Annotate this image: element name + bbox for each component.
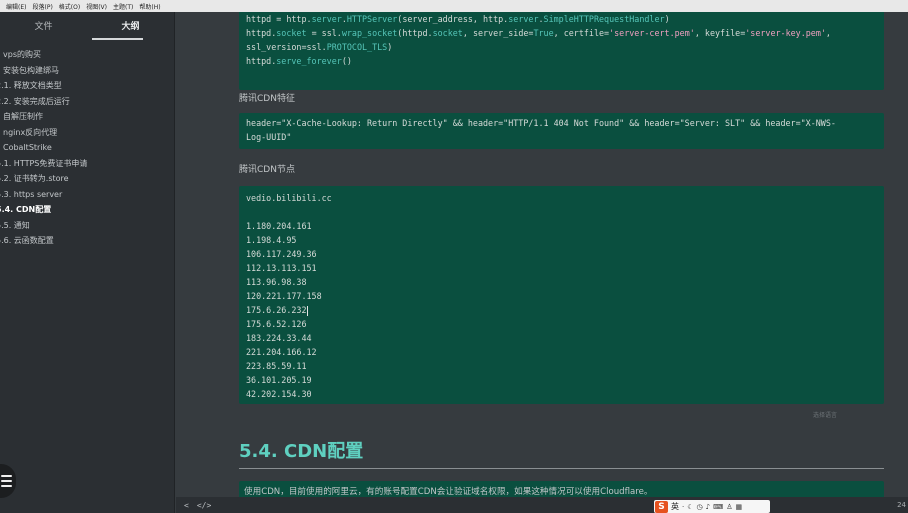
active-tab-indicator xyxy=(92,38,143,40)
ip-address-line: 1.198.4.95 xyxy=(246,235,297,245)
cdn-signature-label: 腾讯CDN特征 xyxy=(239,94,295,104)
language-select-caption[interactable]: 选择语言 xyxy=(813,410,837,419)
code-block-python[interactable]: httpd = http.server.HTTPServer(server_ad… xyxy=(239,12,884,90)
code-line: httpd.serve_forever() xyxy=(246,56,352,66)
cdn-nodes-label: 腾讯CDN节点 xyxy=(239,165,295,175)
menu-line-icon xyxy=(0,475,12,477)
ime-language[interactable]: 英 xyxy=(671,501,679,512)
code-line: vedio.bilibili.cc xyxy=(246,193,332,203)
outline-item[interactable]: 5.5. 通知 xyxy=(0,218,174,234)
menu-line-icon xyxy=(0,480,12,482)
outline-item[interactable]: 5.3. https server xyxy=(0,187,174,203)
sidebar: 文件 大纲 vps的购买 安装包构建绑马 2.1. 释放文档类型 2.2. 安装… xyxy=(0,12,175,513)
outline-item[interactable]: 5.1. HTTPS免费证书申请 xyxy=(0,156,174,172)
section-heading: 5.4. CDN配置 xyxy=(239,441,364,462)
floating-menu-button[interactable] xyxy=(0,464,16,498)
clock-icon[interactable]: ◷ xyxy=(697,503,703,511)
ip-address-line: 42.202.154.30 xyxy=(246,389,312,399)
code-line: httpd = http.server.HTTPServer(server_ad… xyxy=(246,14,670,24)
ime-toolbar[interactable]: S 英 · ☾ ◷ ♪ ⌨ ♙ ▦ xyxy=(654,500,770,513)
code-line: httpd.socket = ssl.wrap_socket(httpd.soc… xyxy=(246,28,831,38)
status-bar: < </> 24 xyxy=(176,497,908,513)
ip-list: 1.180.204.161 1.198.4.95 106.117.249.36 … xyxy=(246,221,322,399)
outline-item[interactable]: CobaltStrike xyxy=(0,140,174,156)
menu-view[interactable]: 视图(V) xyxy=(86,2,107,11)
intro-text: 使用CDN，目前使用的阿里云，有的账号配置CDN会让验证域名权限，如果这种情况可… xyxy=(244,487,653,497)
ip-address-line: 221.204.166.12 xyxy=(246,347,317,357)
menu-theme[interactable]: 主题(T) xyxy=(113,2,133,11)
ip-address-line: 113.96.98.38 xyxy=(246,277,307,287)
ip-address-line: 36.101.205.19 xyxy=(246,375,312,385)
source-mode-button[interactable]: </> xyxy=(197,501,211,510)
sidebar-tabs: 文件 大纲 xyxy=(0,12,174,42)
code-block-cdn-nodes[interactable]: vedio.bilibili.cc 1.180.204.161 1.198.4.… xyxy=(239,186,884,404)
code-line: ssl_version=ssl.PROTOCOL_TLS) xyxy=(246,42,393,52)
ip-address-line: 1.180.204.161 xyxy=(246,221,312,231)
heading-divider xyxy=(239,468,884,469)
outline-item[interactable]: nginx反向代理 xyxy=(0,125,174,141)
mic-icon[interactable]: ♪ xyxy=(706,503,710,511)
word-count[interactable]: 24 xyxy=(897,501,906,509)
outline-item[interactable]: 5.2. 证书转为.store xyxy=(0,171,174,187)
menu-format[interactable]: 格式(O) xyxy=(59,2,80,11)
menu-help[interactable]: 帮助(H) xyxy=(139,2,160,11)
toggle-sidebar-button[interactable]: < xyxy=(184,501,189,510)
outline-item[interactable]: vps的购买 xyxy=(0,47,174,63)
sogou-logo-icon[interactable]: S xyxy=(655,500,668,513)
outline-list: vps的购买 安装包构建绑马 2.1. 释放文档类型 2.2. 安装完成后运行 … xyxy=(0,47,174,249)
ip-address-line: 106.117.249.36 xyxy=(246,249,317,259)
editor-content[interactable]: httpd = http.server.HTTPServer(server_ad… xyxy=(176,12,908,497)
ip-address-line: 112.13.113.151 xyxy=(246,263,317,273)
menu-bar: 编辑(E) 段落(P) 格式(O) 视图(V) 主题(T) 帮助(H) xyxy=(0,0,908,12)
code-block-cdn-signature[interactable]: header="X-Cache-Lookup: Return Directly"… xyxy=(239,113,884,149)
ip-address-line: 175.6.52.126 xyxy=(246,319,307,329)
outline-item-active[interactable]: 5.4. CDN配置 xyxy=(0,202,174,218)
outline-item[interactable]: 自解压制作 xyxy=(0,109,174,125)
ip-address-line: 183.224.33.44 xyxy=(246,333,312,343)
outline-item[interactable]: 2.2. 安装完成后运行 xyxy=(0,94,174,110)
ip-address-line: 175.6.26.232 xyxy=(246,305,307,315)
dot-icon[interactable]: · xyxy=(682,503,684,511)
outline-item[interactable]: 安装包构建绑马 xyxy=(0,63,174,79)
outline-item[interactable]: 5.6. 云函数配置 xyxy=(0,233,174,249)
menu-line-icon xyxy=(0,485,12,487)
keyboard-icon[interactable]: ⌨ xyxy=(713,503,723,511)
ip-address-line: 223.85.59.11 xyxy=(246,361,307,371)
outline-item[interactable]: 2.1. 释放文档类型 xyxy=(0,78,174,94)
menu-edit[interactable]: 编辑(E) xyxy=(6,2,26,11)
text-cursor xyxy=(306,305,308,316)
shirt-icon[interactable]: ♙ xyxy=(726,503,732,511)
menu-paragraph[interactable]: 段落(P) xyxy=(32,2,52,11)
ip-address-line: 120.221.177.158 xyxy=(246,291,322,301)
grid-icon[interactable]: ▦ xyxy=(735,503,742,511)
moon-icon[interactable]: ☾ xyxy=(687,503,693,511)
tab-files[interactable]: 文件 xyxy=(0,12,87,42)
